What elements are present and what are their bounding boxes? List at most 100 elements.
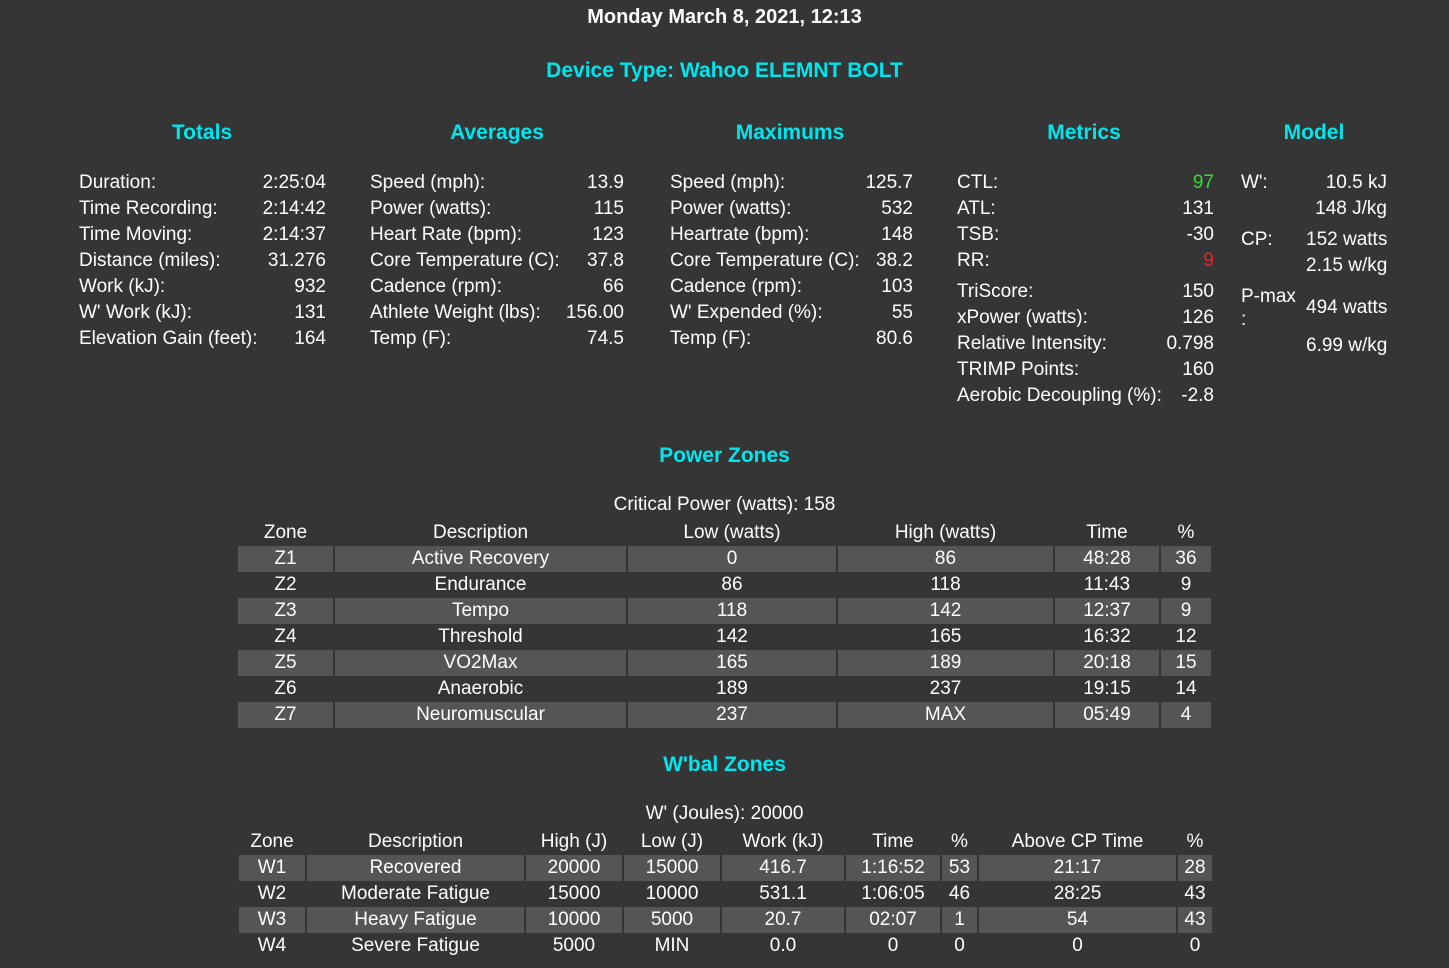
table-cell: 20000 [526, 855, 622, 881]
averages-item: Power (watts): 115 [370, 196, 624, 222]
table-cell: 16:32 [1083, 626, 1131, 647]
table-cell: 189 [716, 678, 748, 699]
table-row: W1 Recovered 20000 15000 416.7 1:16:52 53 21:17… [239, 855, 1212, 881]
table-cell: 11:43 [1083, 574, 1131, 595]
column-header: Low (J) [640, 831, 704, 852]
table-cell: 20.7 [722, 907, 844, 933]
totals-label: W' Work (kJ): [79, 302, 193, 323]
model-w-value: 10.5 kJ [1325, 172, 1387, 193]
maximums-item: Core Temperature (C): 38.2 [670, 248, 913, 274]
metrics-label: RR: [957, 250, 990, 271]
metrics-value: -2.8 [1181, 385, 1214, 406]
metrics-item: CTL: 97 [957, 170, 1214, 196]
metrics-label: TriScore: [957, 281, 1034, 302]
maximums-label: Heartrate (bpm): [670, 224, 810, 245]
totals-item: Distance (miles): 31.276 [79, 248, 326, 274]
maximums-label: Core Temperature (C): [670, 250, 860, 271]
averages-value: 156.00 [565, 302, 624, 323]
table-cell: 36 [1161, 546, 1211, 572]
table-cell: 0 [1072, 935, 1083, 956]
table-cell: 118 [930, 574, 961, 595]
table-cell: 15 [1161, 650, 1211, 676]
table-cell: 531.1 [759, 883, 807, 904]
table-cell: 14 [1175, 678, 1197, 699]
table-cell: 28:25 [1053, 883, 1102, 904]
averages-label: Speed (mph): [370, 172, 486, 193]
table-cell: 237 [628, 702, 836, 728]
table-cell: 43 [1178, 907, 1212, 933]
metrics-label: ATL: [957, 198, 996, 219]
table-cell: Threshold [438, 626, 523, 647]
column-header: Zone [250, 831, 294, 852]
totals-label: Time Recording: [79, 198, 218, 219]
totals-value: 2:25:04 [262, 172, 326, 193]
maximums-value: 148 [881, 224, 913, 245]
maximums-title: Maximums [735, 121, 845, 144]
ride-summary-page: Monday March 8, 2021, 12:13 Device Type:… [0, 0, 1449, 968]
table-cell: Tempo [335, 598, 626, 624]
table-cell: Heavy Fatigue [307, 907, 524, 933]
metrics-label: xPower (watts): [957, 307, 1088, 328]
metrics-value: 0.798 [1166, 333, 1214, 354]
ctl-value: 97 [1192, 172, 1214, 193]
metrics-item: Relative Intensity: 0.798 [957, 331, 1214, 357]
table-cell: W2 [257, 883, 287, 904]
table-header-row: Zone Description High (J) Low (J) Work (… [239, 829, 1212, 855]
table-cell: 0 [628, 546, 836, 572]
metrics-label: Relative Intensity: [957, 333, 1107, 354]
metrics-value: 160 [1182, 359, 1214, 380]
metrics-item: xPower (watts): 126 [957, 305, 1214, 331]
maximums-label: Cadence (rpm): [670, 276, 802, 297]
wbal-zones-table: Zone Description High (J) Low (J) Work (… [237, 829, 1214, 959]
column-header: High (J) [540, 831, 608, 852]
table-cell: 43 [1184, 883, 1206, 904]
maximums-item: Power (watts): 532 [670, 196, 913, 222]
maximums-value: 38.2 [876, 250, 913, 271]
device-type: Device Type: Wahoo ELEMNT BOLT [546, 59, 903, 82]
model-pmax-label: P-max [1241, 286, 1296, 307]
metrics-value: 131 [1182, 198, 1214, 219]
model-pmax-value: 494 watts [1306, 297, 1388, 318]
model-pmax-colon: : [1241, 309, 1247, 330]
table-cell: 0.0 [769, 935, 797, 956]
metrics-value: 126 [1182, 307, 1214, 328]
table-cell: 5000 [624, 907, 720, 933]
table-row: Z1 Active Recovery 0 86 48:28 36 [238, 546, 1211, 572]
averages-label: Core Temperature (C): [370, 250, 560, 271]
column-header: Above CP Time [1011, 831, 1144, 852]
table-cell: 118 [628, 598, 836, 624]
table-cell: 21:17 [979, 855, 1176, 881]
table-cell: 12:37 [1055, 598, 1159, 624]
totals-item: Elevation Gain (feet): 164 [79, 326, 326, 352]
table-cell: 9 [1180, 574, 1192, 595]
maximums-value: 80.6 [876, 328, 913, 349]
table-cell: 1 [942, 907, 977, 933]
maximums-label: Power (watts): [670, 198, 792, 219]
averages-label: Temp (F): [370, 328, 452, 349]
table-cell: Anaerobic [437, 678, 524, 699]
totals-item: Time Moving: 2:14:37 [79, 222, 326, 248]
metrics-item: TriScore: 150 [957, 279, 1214, 305]
table-cell: 10000 [645, 883, 699, 904]
table-cell: Endurance [434, 574, 527, 595]
averages-label: Heart Rate (bpm): [370, 224, 523, 245]
table-cell: 1:06:05 [861, 883, 925, 904]
metrics-title: Metrics [1047, 121, 1121, 144]
table-cell: Z4 [274, 626, 297, 647]
metrics-item: TRIMP Points: 160 [957, 357, 1214, 383]
table-row: W3 Heavy Fatigue 10000 5000 20.7 02:07 1 54 43 [239, 907, 1212, 933]
maximums-value: 532 [881, 198, 913, 219]
table-cell: 4 [1161, 702, 1211, 728]
rr-value: 9 [1203, 250, 1214, 271]
table-cell: 12 [1175, 626, 1197, 647]
table-row: Z6 Anaerobic 189 237 19:15 14 [238, 676, 1211, 702]
table-row: W2 Moderate Fatigue 15000 10000 531.1 1:06:05… [239, 881, 1212, 907]
column-header: Description [432, 522, 529, 543]
table-cell: 86 [838, 546, 1053, 572]
totals-title: Totals [171, 121, 233, 144]
averages-value: 37.8 [587, 250, 624, 271]
averages-value: 123 [592, 224, 624, 245]
totals-label: Duration: [79, 172, 157, 193]
totals-label: Time Moving: [79, 224, 193, 245]
table-cell: W4 [257, 935, 287, 956]
